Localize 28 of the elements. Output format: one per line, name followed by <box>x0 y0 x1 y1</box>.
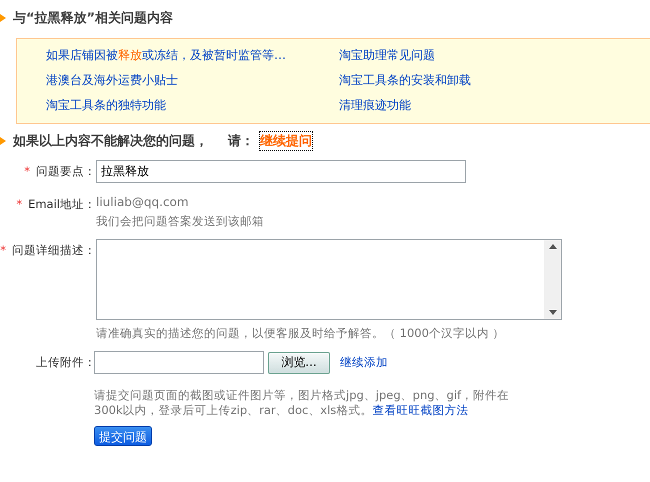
scroll-down-icon[interactable] <box>548 310 556 315</box>
faq-link[interactable]: 淘宝工具条的独特功能 <box>46 97 339 114</box>
prompt-label: 请： <box>228 133 254 150</box>
section-heading: 与“拉黑释放”相关问题内容 <box>13 10 174 27</box>
submit-button[interactable]: 提交问题 <box>94 426 152 446</box>
required-asterisk: * <box>0 243 6 257</box>
field-label: Email地址： <box>28 197 96 211</box>
section-heading: 如果以上内容不能解决您的问题， <box>13 132 208 150</box>
add-more-link[interactable]: 继续添加 <box>340 355 388 370</box>
email-value: liuliab@qq.com <box>96 195 190 210</box>
faq-link[interactable]: 如果店铺因被释放或冻结，及被暂时监管等… <box>46 47 339 64</box>
upload-hint: 请提交问题页面的截图或证件图片等，图片格式jpg、jpeg、png、gif，附件在300k以内，登录后可上传zip、rar、doc、xls格式。查看旺旺截图方法 <box>94 388 510 418</box>
question-input[interactable]: 拉黑释放 <box>96 160 466 183</box>
field-label: 问题要点： <box>36 164 96 178</box>
faq-link[interactable]: 港澳台及海外运费小贴士 <box>46 72 339 89</box>
screenshot-help-link[interactable]: 查看旺旺截图方法 <box>372 403 468 417</box>
scroll-up-icon[interactable] <box>548 244 556 249</box>
required-asterisk: * <box>24 164 30 178</box>
faq-link[interactable]: 清理痕迹功能 <box>339 97 650 114</box>
field-label: 上传附件： <box>36 355 96 369</box>
email-hint: 我们会把问题答案发送到该邮箱 <box>96 214 265 229</box>
description-hint: 请准确真实的描述您的问题，以便客服及时给予解答。（ 1000个汉字以内 ） <box>96 326 506 341</box>
browse-button[interactable]: 浏览... <box>268 352 330 374</box>
file-path-input[interactable] <box>94 351 264 374</box>
faq-link[interactable]: 淘宝助理常见问题 <box>339 47 650 64</box>
field-label: 问题详细描述： <box>12 243 96 257</box>
faq-link[interactable]: 淘宝工具条的安装和卸载 <box>339 72 650 89</box>
required-asterisk: * <box>16 197 22 211</box>
